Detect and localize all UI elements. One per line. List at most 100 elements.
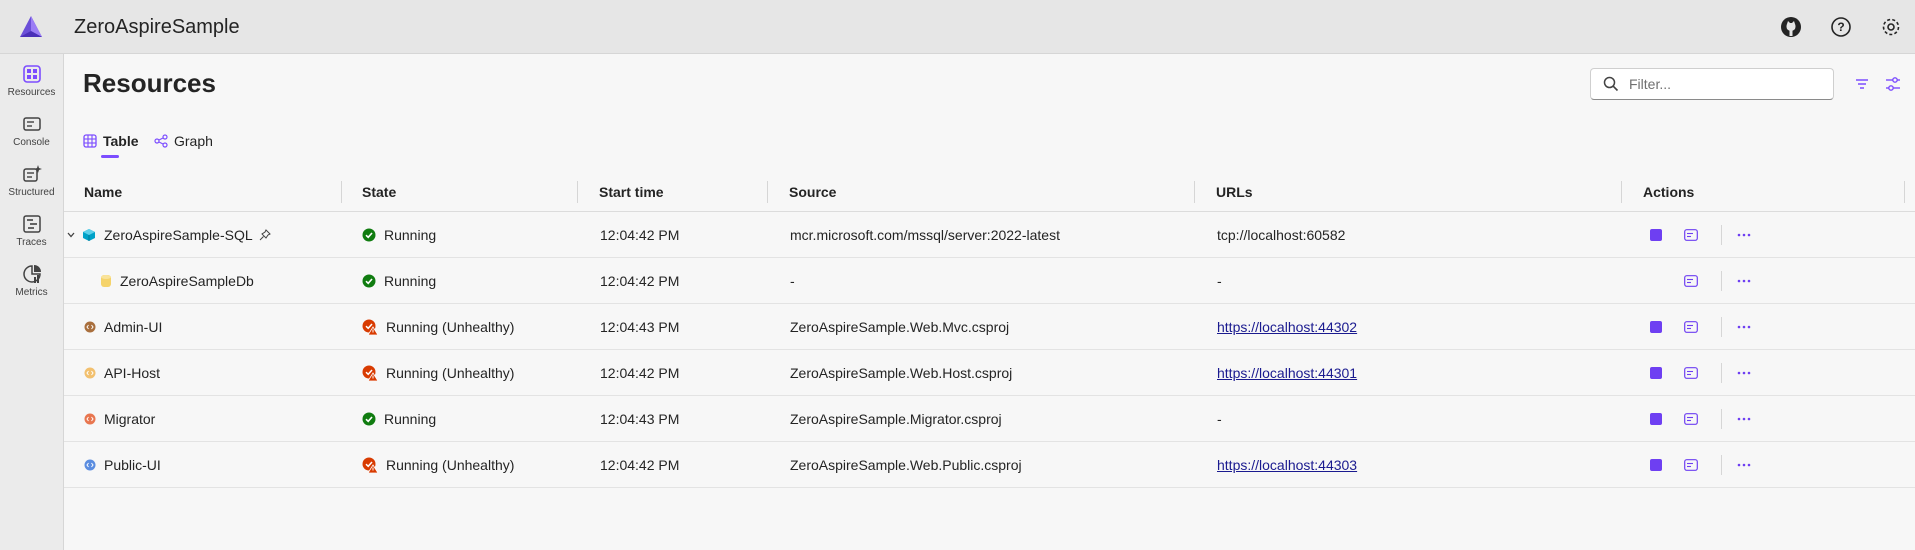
console-logs-icon — [1684, 321, 1698, 333]
endpoint-text: - — [1217, 273, 1222, 289]
filter-search-box[interactable] — [1590, 68, 1834, 100]
endpoint-text: - — [1217, 411, 1222, 427]
view-console-button[interactable] — [1681, 271, 1701, 291]
settings-gear-icon[interactable] — [1879, 15, 1903, 39]
main-content: Resources Table Graph Name State Start t… — [64, 54, 1915, 550]
endpoint-link[interactable]: https://localhost:44303 — [1217, 457, 1357, 473]
view-console-button[interactable] — [1681, 455, 1701, 475]
table-icon — [83, 134, 97, 148]
action-divider — [1721, 271, 1722, 291]
urls-cell: https://localhost:44303 — [1217, 442, 1357, 488]
table-header: Name State Start time Source URLs Action… — [64, 172, 1915, 212]
resources-icon — [22, 65, 41, 83]
column-header-source[interactable]: Source — [789, 172, 836, 212]
stop-button[interactable] — [1646, 317, 1666, 337]
state-text: Running (Unhealthy) — [386, 319, 515, 335]
stop-icon — [1650, 413, 1662, 425]
column-header-name[interactable]: Name — [84, 172, 122, 212]
start-time-cell: 12:04:42 PM — [600, 365, 680, 381]
resource-name[interactable]: ZeroAspireSampleDb — [120, 273, 254, 289]
table-row[interactable]: Public-UI Running (Unhealthy) 12:04:42 PM Z… — [64, 442, 1915, 488]
stop-icon — [1650, 229, 1662, 241]
endpoint-link[interactable]: https://localhost:44301 — [1217, 365, 1357, 381]
sidebar-item-resources[interactable]: Resources — [0, 58, 63, 104]
column-divider[interactable] — [1194, 181, 1195, 203]
column-header-start-time[interactable]: Start time — [599, 172, 664, 212]
svg-text:?: ? — [1837, 20, 1844, 34]
action-divider — [1721, 455, 1722, 475]
table-row[interactable]: Migrator Running 12:04:43 PM ZeroAspireSamp… — [64, 396, 1915, 442]
ellipsis-icon — [1737, 233, 1751, 237]
name-cell: ZeroAspireSampleDb — [100, 258, 254, 304]
tab-graph[interactable]: Graph — [154, 126, 213, 156]
column-header-state[interactable]: State — [362, 172, 396, 212]
view-console-button[interactable] — [1681, 225, 1701, 245]
resource-name[interactable]: ZeroAspireSample-SQL — [104, 227, 253, 243]
chevron-down-icon[interactable] — [66, 230, 76, 240]
filter-icon[interactable] — [1851, 73, 1873, 95]
github-icon[interactable] — [1779, 15, 1803, 39]
urls-cell: - — [1217, 396, 1222, 442]
stop-button[interactable] — [1646, 455, 1666, 475]
table-row[interactable]: Admin-UI Running (Unhealthy) 12:04:43 PM Ze… — [64, 304, 1915, 350]
resource-name[interactable]: API-Host — [104, 365, 160, 381]
more-actions-button[interactable] — [1734, 455, 1754, 475]
column-header-urls[interactable]: URLs — [1216, 172, 1253, 212]
pin-icon[interactable] — [259, 229, 271, 241]
table-row[interactable]: API-Host Running (Unhealthy) 12:04:42 PM Ze… — [64, 350, 1915, 396]
source-cell: - — [790, 273, 795, 289]
console-icon — [22, 117, 41, 131]
stop-button[interactable] — [1646, 409, 1666, 429]
table-row[interactable]: ZeroAspireSampleDb Running 12:04:42 PM - - — [64, 258, 1915, 304]
running-check-icon — [362, 412, 376, 426]
project-icon — [84, 459, 96, 471]
stop-button[interactable] — [1646, 225, 1666, 245]
project-icon — [84, 367, 96, 379]
sidebar-item-label: Console — [13, 137, 50, 148]
help-icon[interactable]: ? — [1829, 15, 1853, 39]
more-actions-button[interactable] — [1734, 225, 1754, 245]
column-divider[interactable] — [1904, 181, 1905, 203]
stop-button[interactable] — [1646, 363, 1666, 383]
more-actions-button[interactable] — [1734, 363, 1754, 383]
unhealthy-warning-icon — [362, 319, 378, 335]
column-divider[interactable] — [341, 181, 342, 203]
resource-name[interactable]: Migrator — [104, 411, 155, 427]
column-divider[interactable] — [767, 181, 768, 203]
filter-input[interactable] — [1629, 76, 1819, 92]
table-row[interactable]: ZeroAspireSample-SQL Running 12:04:42 PM mc… — [64, 212, 1915, 258]
endpoint-link[interactable]: https://localhost:44302 — [1217, 319, 1357, 335]
resource-name[interactable]: Public-UI — [104, 457, 161, 473]
sidebar-item-label: Resources — [7, 87, 56, 98]
more-actions-button[interactable] — [1734, 271, 1754, 291]
source-cell: ZeroAspireSample.Web.Mvc.csproj — [790, 319, 1010, 335]
more-actions-button[interactable] — [1734, 317, 1754, 337]
state-cell: Running (Unhealthy) — [362, 442, 514, 488]
sidebar-item-metrics[interactable]: Metrics — [0, 258, 63, 304]
resource-name[interactable]: Admin-UI — [104, 319, 162, 335]
sidebar-item-console[interactable]: Console — [0, 108, 63, 154]
ellipsis-icon — [1737, 279, 1751, 283]
column-divider[interactable] — [577, 181, 578, 203]
name-cell: Admin-UI — [84, 304, 162, 350]
endpoint-text: tcp://localhost:60582 — [1217, 227, 1346, 243]
console-logs-icon — [1684, 459, 1698, 471]
sidebar-item-traces[interactable]: Traces — [0, 208, 63, 254]
column-divider[interactable] — [1621, 181, 1622, 203]
sidebar-item-structured[interactable]: Structured — [0, 158, 63, 204]
view-console-button[interactable] — [1681, 409, 1701, 429]
stop-icon — [1650, 367, 1662, 379]
view-console-button[interactable] — [1681, 363, 1701, 383]
tab-table[interactable]: Table — [83, 126, 139, 158]
console-logs-icon — [1684, 229, 1698, 241]
name-cell: Public-UI — [84, 442, 161, 488]
column-header-actions: Actions — [1643, 184, 1695, 200]
name-cell: API-Host — [84, 350, 160, 396]
app-title[interactable]: ZeroAspireSample — [74, 16, 240, 39]
view-console-button[interactable] — [1681, 317, 1701, 337]
options-sliders-icon[interactable] — [1882, 73, 1904, 95]
console-logs-icon — [1684, 275, 1698, 287]
more-actions-button[interactable] — [1734, 409, 1754, 429]
aspire-logo[interactable] — [18, 14, 44, 40]
stop-icon — [1650, 321, 1662, 333]
